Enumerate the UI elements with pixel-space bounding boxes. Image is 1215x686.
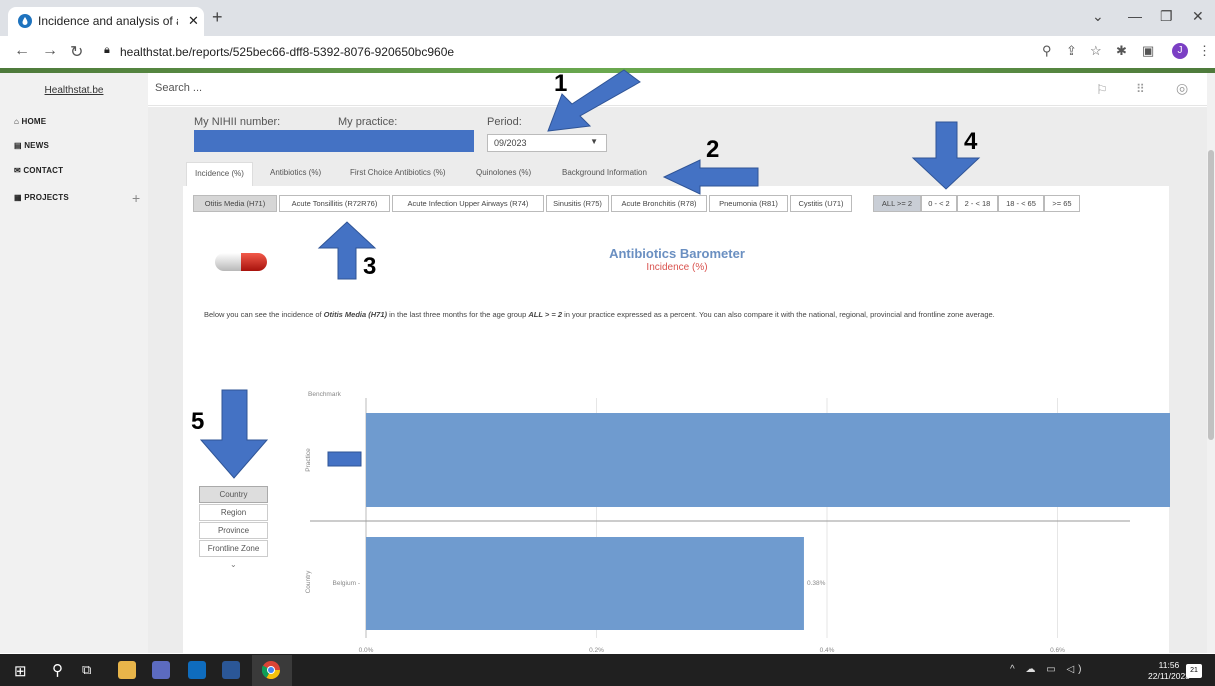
annotation-arrow-5 bbox=[199, 389, 269, 479]
annotation-arrow-2 bbox=[662, 159, 759, 195]
system-tray-icons[interactable]: ^ ☁ ▭ ◁) bbox=[1010, 664, 1086, 675]
notification-badge[interactable]: 21 bbox=[1186, 664, 1202, 678]
annotation-5: 5 bbox=[191, 408, 205, 435]
task-view-icon[interactable]: ⧉ bbox=[82, 662, 91, 678]
word-icon[interactable] bbox=[222, 661, 240, 679]
outlook-icon[interactable] bbox=[188, 661, 206, 679]
annotation-3: 3 bbox=[363, 253, 377, 280]
chrome-icon[interactable] bbox=[262, 661, 280, 679]
teams-icon[interactable] bbox=[152, 661, 170, 679]
annotation-rect bbox=[327, 451, 362, 467]
windows-start-icon[interactable]: ⊞ bbox=[14, 662, 27, 680]
clock: 11:56 22/11/2023 bbox=[1148, 660, 1190, 681]
file-explorer-icon[interactable] bbox=[118, 661, 136, 679]
annotation-overlay bbox=[199, 69, 981, 479]
annotation-2: 2 bbox=[706, 136, 720, 163]
annotation-1: 1 bbox=[554, 70, 568, 97]
annotation-4: 4 bbox=[964, 128, 978, 155]
taskbar-search-icon[interactable]: ⚲ bbox=[52, 661, 63, 679]
